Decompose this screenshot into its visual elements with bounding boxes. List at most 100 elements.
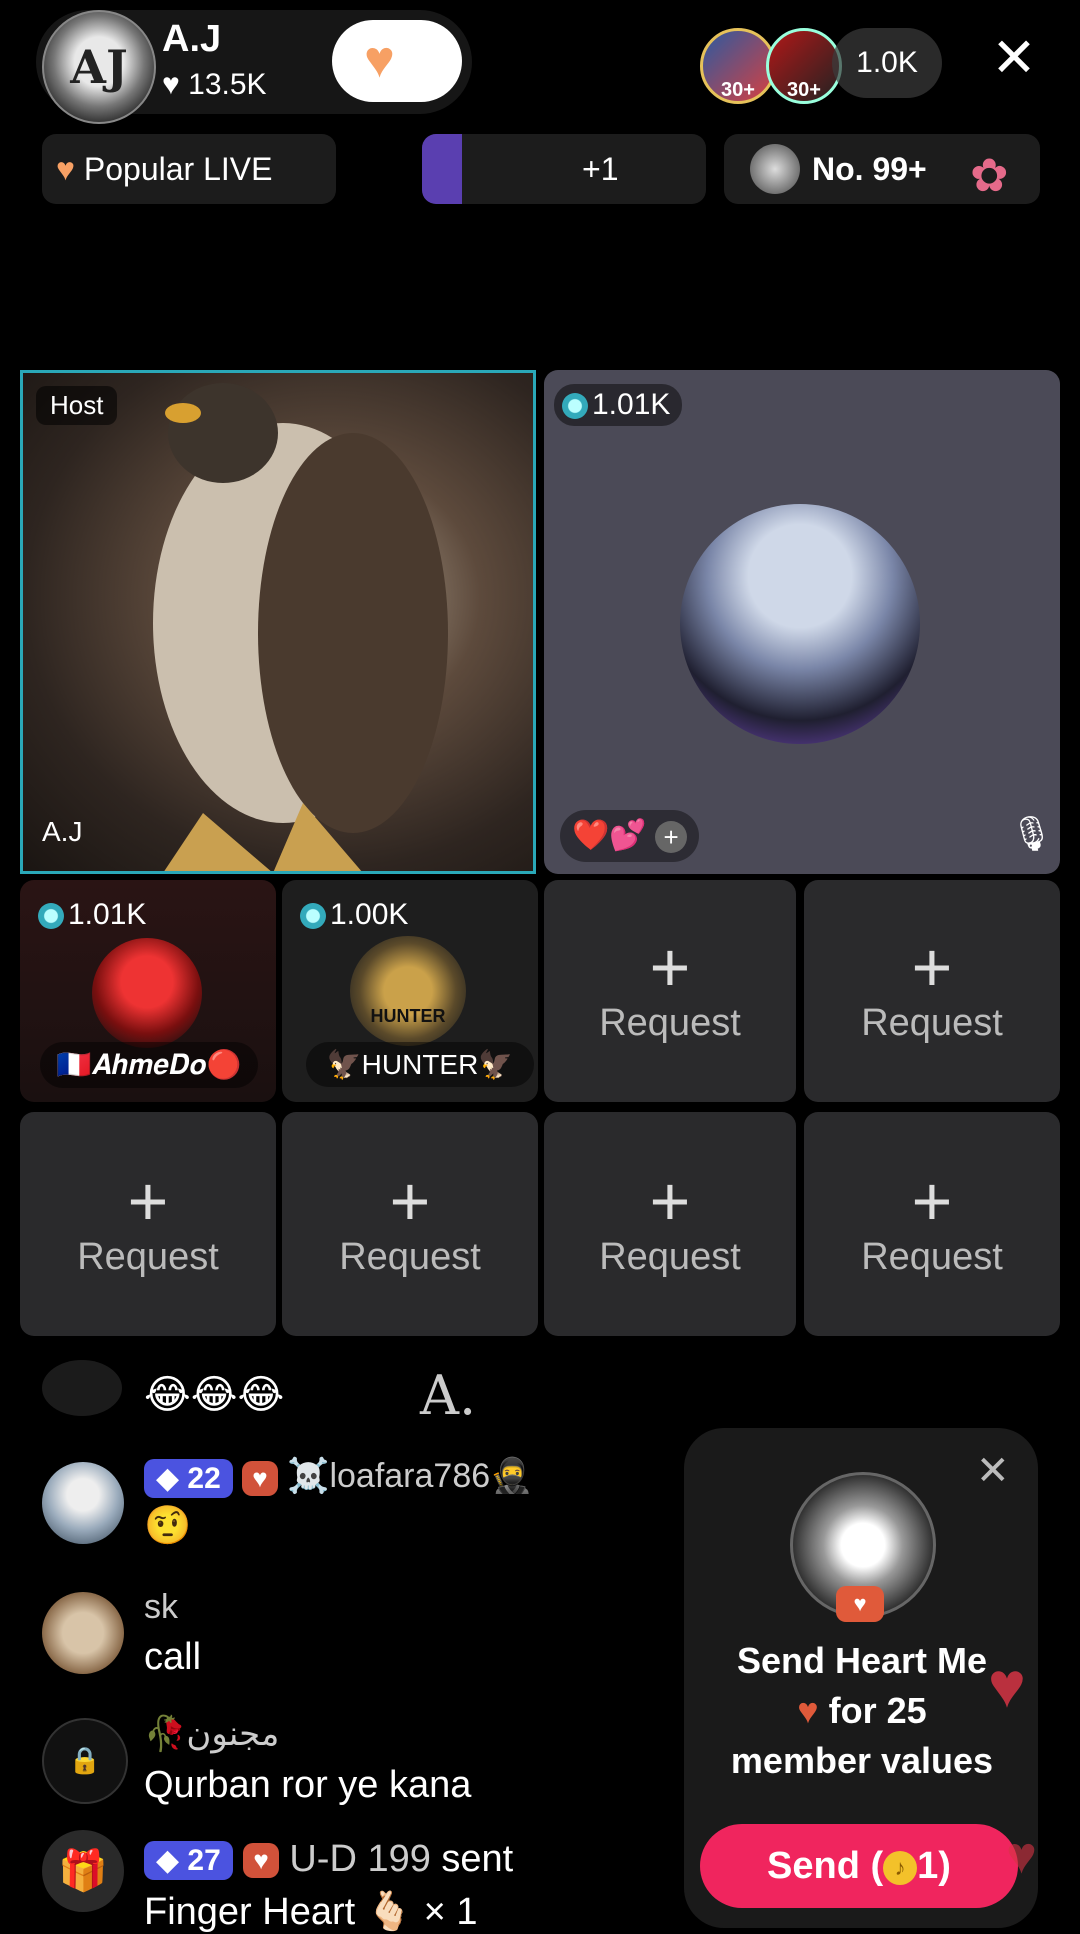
fan-badge: ♥ <box>243 1843 279 1879</box>
request-seat[interactable]: + Request <box>20 1112 276 1336</box>
popup-subtitle-2: member values <box>730 1740 994 1781</box>
falcon-image <box>153 383 448 871</box>
request-label: Request <box>77 1236 219 1278</box>
seat2-score: 1.00K <box>292 894 420 936</box>
send-coin-count: 1) <box>917 1845 951 1887</box>
close-icon[interactable]: ✕ <box>976 1448 1010 1494</box>
viewer-badge-1: 30+ <box>721 79 755 101</box>
plus-icon: + <box>911 928 953 1006</box>
floating-heart-icon: ♥ <box>988 1649 1026 1721</box>
host-likes-count: 13.5K <box>188 68 267 101</box>
seat2-score-value: 1.00K <box>330 898 409 931</box>
add-icon: + <box>655 821 688 854</box>
seat1-name: 🇫🇷𝑨𝒉𝒎𝒆𝑫𝒐🔴 <box>40 1042 258 1088</box>
mic-muted-icon: 🎙 <box>1010 815 1054 853</box>
chat-username[interactable]: ☠️loafara786🥷 <box>287 1457 532 1495</box>
level-badge: ◆ 22 <box>144 1458 233 1498</box>
chat-avatar[interactable] <box>42 1592 124 1674</box>
gem-icon <box>300 903 326 930</box>
host-avatar-monogram: AJ <box>70 40 128 94</box>
request-seat[interactable]: + Request <box>544 880 796 1102</box>
plus-icon: + <box>649 1162 691 1240</box>
guest-reaction-pill[interactable]: ❤️💕 + <box>560 810 700 862</box>
team-progress-bar <box>422 134 462 204</box>
level-badge: ◆ 27 <box>144 1841 233 1881</box>
chat-action: sent <box>441 1838 514 1880</box>
request-label: Request <box>599 1002 741 1044</box>
chat-emoji-line: 😂😂😂 <box>144 1373 285 1417</box>
gem-icon <box>562 393 588 420</box>
rank-avatar <box>750 144 800 194</box>
seat1-score: 1.01K <box>30 894 158 936</box>
team-count: +1 <box>582 151 619 187</box>
chat-username[interactable]: sk <box>144 1588 178 1627</box>
send-label: Send ( <box>767 1845 884 1887</box>
popular-live-chip[interactable]: ♥ Popular LIVE <box>42 134 336 204</box>
popup-title: Send Heart Me <box>736 1640 988 1681</box>
seat1-avatar <box>92 938 202 1048</box>
chat-message-header: ◆ 22 ♥ ☠️loafara786🥷 <box>144 1456 532 1498</box>
chat-gift-header: ◆ 27 ♥ U-D 199 sent <box>144 1838 513 1881</box>
top-viewer-avatar-2[interactable]: 30+ <box>766 28 842 104</box>
chat-message-text: call <box>144 1636 202 1678</box>
heart-icon: ♥ <box>162 68 180 101</box>
viewer-count[interactable]: 1.0K <box>832 28 942 98</box>
seat2-name: 🦅HUNTER🦅 <box>306 1042 534 1087</box>
send-button[interactable]: Send (♪ 1) <box>700 1824 1018 1908</box>
watermark-text: A. <box>420 1364 477 1427</box>
popup-subtitle: for 25 <box>828 1690 927 1731</box>
request-seat[interactable]: + Request <box>804 1112 1060 1336</box>
follow-heart-count: 8 <box>408 62 421 87</box>
chat-message-text: Qurban ror ye kana <box>144 1764 472 1806</box>
team-chip[interactable]: +1 <box>422 134 706 204</box>
floating-heart-icon: ♥ <box>1006 1827 1037 1885</box>
chat-username[interactable]: 🥀مجنون <box>144 1714 279 1754</box>
chat-username[interactable]: U-D 199 <box>289 1838 431 1880</box>
rank-label: No. 99+ <box>812 151 927 187</box>
request-label: Request <box>861 1002 1003 1044</box>
gem-icon <box>38 903 64 930</box>
host-likes: ♥ 13.5K <box>162 68 267 102</box>
request-label: Request <box>339 1236 481 1278</box>
fan-heart-icon: ♥ <box>836 1586 884 1622</box>
level-value: 27 <box>187 1844 221 1878</box>
seat1-score-value: 1.01K <box>68 898 147 931</box>
gift-icon[interactable]: 🎁 <box>42 1830 124 1912</box>
plus-icon: + <box>127 1162 169 1240</box>
request-seat[interactable]: + Request <box>282 1112 538 1336</box>
host-video-tile[interactable] <box>20 370 536 874</box>
seat2-avatar-text: HUNTER <box>370 1006 446 1026</box>
plus-icon: + <box>649 928 691 1006</box>
top-viewer-avatar-1[interactable]: 30+ <box>700 28 776 104</box>
chat-message-text: Finger Heart 🫰🏻 × 1 <box>144 1891 478 1933</box>
plus-icon: + <box>389 1162 431 1240</box>
chat-avatar[interactable]: 🔒 <box>42 1718 128 1804</box>
seat2-avatar: HUNTER <box>350 936 466 1046</box>
viewer-badge-2: 30+ <box>787 79 821 101</box>
chat-avatar-partial[interactable] <box>42 1360 122 1416</box>
flower-icon: ✿ <box>970 149 1009 201</box>
popular-live-label: Popular LIVE <box>83 151 273 187</box>
request-seat[interactable]: + Request <box>544 1112 796 1336</box>
guest-avatar <box>680 504 920 744</box>
close-icon[interactable]: ✕ <box>986 30 1042 86</box>
plus-icon: + <box>911 1162 953 1240</box>
host-name: A.J <box>162 18 222 60</box>
request-label: Request <box>861 1236 1003 1278</box>
popup-message: Send Heart Me ♥ for 25 member values <box>700 1636 1024 1786</box>
heart-gift-icon: ♥ <box>797 1690 819 1731</box>
fan-badge: ♥ <box>242 1460 278 1496</box>
chat-avatar[interactable] <box>42 1462 124 1544</box>
lock-icon: 🔒 <box>68 1745 102 1775</box>
request-seat[interactable]: + Request <box>804 880 1060 1102</box>
follow-button[interactable] <box>332 20 462 102</box>
host-avatar[interactable]: AJ <box>42 10 156 124</box>
host-tag: Host <box>36 386 118 425</box>
guest-emojis: ❤️💕 <box>572 819 647 852</box>
guest-score: 1.01K <box>554 384 683 426</box>
chat-message-text: 🤨 <box>144 1505 192 1547</box>
coin-icon: ♪ <box>883 1850 918 1885</box>
request-label: Request <box>599 1236 741 1278</box>
guest-score-value: 1.01K <box>592 388 671 421</box>
rank-chip[interactable]: No. 99+ ✿ <box>724 134 1040 204</box>
